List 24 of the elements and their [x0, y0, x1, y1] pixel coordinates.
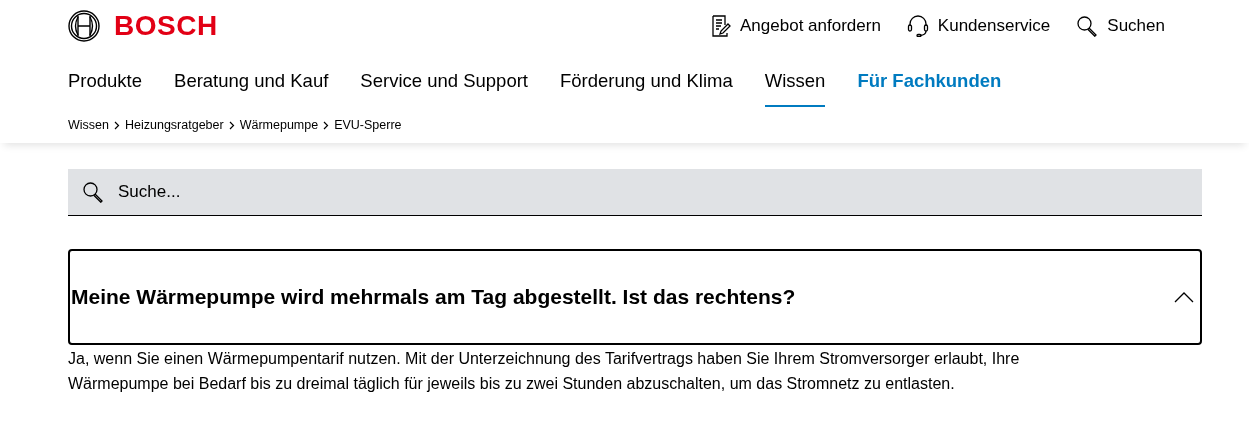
chevron-right-icon	[323, 120, 330, 130]
search-icon	[1076, 15, 1099, 37]
breadcrumb-link[interactable]: Heizungsratgeber	[125, 118, 224, 132]
chevron-right-icon	[114, 120, 120, 130]
document-pen-icon	[711, 15, 731, 37]
brand-wordmark: BOSCH	[114, 10, 218, 42]
utility-link[interactable]: Kundenservice	[906, 15, 1051, 37]
nav-tab[interactable]: Service und Support	[360, 56, 528, 107]
breadcrumb-link[interactable]: Wärmepumpe	[239, 118, 319, 132]
utility-link[interactable]: Suchen	[1076, 15, 1165, 37]
nav-tab[interactable]: Wissen	[764, 56, 826, 107]
logo-icon	[68, 10, 100, 42]
breadcrumb-link[interactable]: EVU-Sperre	[334, 118, 402, 132]
nav-tab[interactable]: Produkte	[68, 56, 143, 107]
search-icon	[82, 181, 104, 203]
headset-icon	[906, 15, 929, 37]
faq-question[interactable]: Meine Wärmepumpe wird mehrmals am Tag abgestellt. Ist das rechtens?	[68, 249, 1202, 345]
faq-answer: Ja, wenn Sie einen Wärmepumpentarif nutzen. Mit der Unterzeichnung des Tarifvertrags haben Sie Ihrem Stromversorger erlaubt, Ihre Wärmepumpe bei Bedarf bis zu dreimal täglich für jeweils bis zu zwei Stunden abzuschalten, um das Stromnetz zu entlasten.	[68, 349, 1021, 394]
nav-tab[interactable]: Förderung und Klima	[560, 56, 733, 107]
breadcrumb-link[interactable]: Wissen	[68, 118, 109, 132]
utility-link[interactable]: Angebot anfordern	[711, 15, 881, 37]
nav-tab[interactable]: Beratung und Kauf	[174, 56, 329, 107]
chevron-right-icon	[228, 120, 235, 130]
nav-tab[interactable]: Für Fachkunden	[857, 56, 1002, 107]
